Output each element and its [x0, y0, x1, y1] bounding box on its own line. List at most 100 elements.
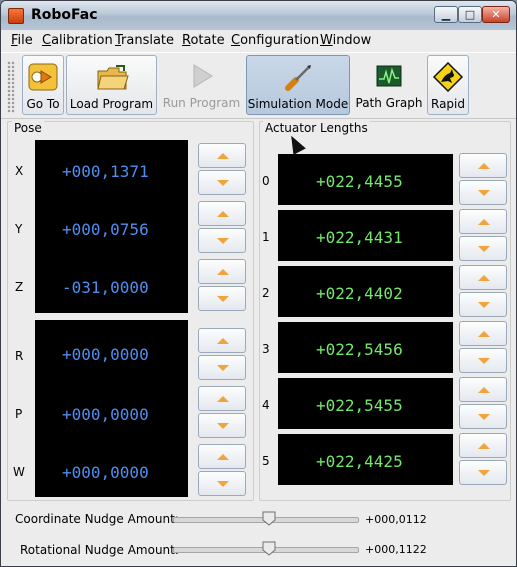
pose-p-spinner: [198, 386, 246, 438]
pose-z-decrement-button[interactable]: [198, 286, 246, 311]
arrow-up-icon: [217, 396, 229, 402]
actuator-0-value: +022,4455: [316, 172, 403, 191]
arrow-up-icon: [478, 443, 490, 449]
path-graph-label: Path Graph: [355, 96, 423, 110]
menu-calibration[interactable]: Calibration: [42, 33, 113, 48]
actuator-2-decrement-button[interactable]: [459, 292, 507, 317]
menu-rotate[interactable]: Rotate: [182, 33, 225, 48]
arrow-down-icon: [217, 238, 229, 244]
rotational-nudge-value: +000,1122: [365, 543, 427, 556]
arrow-down-icon: [217, 423, 229, 429]
load-program-button[interactable]: Load Program: [66, 55, 157, 115]
axis-label-p: P: [15, 407, 23, 421]
pose-z-increment-button[interactable]: [198, 259, 246, 284]
actuator-5-value: +022,4425: [316, 452, 403, 471]
coordinate-nudge-label: Coordinate Nudge Amount:: [15, 512, 179, 526]
pose-p-decrement-button[interactable]: [198, 413, 246, 438]
actuator-index-3: 3: [262, 342, 270, 356]
menu-translate[interactable]: Translate: [115, 33, 174, 48]
actuator-1-increment-button[interactable]: [459, 209, 507, 234]
toolbar: Go To Load Program Run Program Simulatio…: [1, 52, 516, 119]
pose-y-increment-button[interactable]: [198, 201, 246, 226]
pose-y-spinner: [198, 201, 246, 253]
arrow-up-icon: [478, 275, 490, 281]
menu-label: alibration: [51, 33, 113, 48]
menu-label: ranslate: [121, 33, 175, 48]
menu-mnemonic: C: [42, 33, 52, 48]
graph-icon: [376, 65, 402, 87]
menu-file[interactable]: File: [11, 33, 33, 48]
actuator-5-spinner: [459, 433, 507, 485]
rapid-button[interactable]: Rapid: [427, 55, 469, 115]
path-graph-button[interactable]: Path Graph: [353, 55, 425, 115]
goto-button[interactable]: Go To: [22, 55, 64, 115]
simulation-mode-label: Simulation Mode: [247, 97, 349, 111]
arrow-down-icon: [478, 190, 490, 196]
pose-panel: Pose X +000,1371 Y +000,0756 Z -031,0000…: [7, 121, 254, 501]
pose-w-decrement-button[interactable]: [198, 471, 246, 496]
close-button[interactable]: ✕: [482, 6, 510, 23]
goto-icon: [28, 63, 58, 91]
actuator-lengths-panel: Actuator Lengths 0 +022,4455 1 +022,4431…: [259, 121, 511, 501]
pose-x-decrement-button[interactable]: [198, 170, 246, 195]
pose-r-value: +000,0000: [62, 345, 149, 364]
actuator-0-decrement-button[interactable]: [459, 180, 507, 205]
axis-label-z: Z: [15, 280, 24, 294]
actuator-1-decrement-button[interactable]: [459, 236, 507, 261]
actuator-4-decrement-button[interactable]: [459, 404, 507, 429]
title-bar[interactable]: RoboFac ▁ □ ✕: [1, 1, 516, 31]
axis-label-y: Y: [15, 222, 23, 236]
arrow-down-icon: [217, 180, 229, 186]
pose-r-spinner: [198, 328, 246, 380]
minimize-button[interactable]: ▁: [434, 6, 458, 23]
actuator-1-value: +022,4431: [316, 228, 403, 247]
arrow-down-icon: [478, 246, 490, 252]
rotational-nudge-label: Rotational Nudge Amount:: [20, 543, 179, 557]
maximize-button[interactable]: □: [458, 6, 482, 23]
menu-mnemonic: W: [320, 33, 333, 48]
menu-window[interactable]: Window: [320, 33, 371, 48]
pose-z-spinner: [198, 259, 246, 311]
arrow-up-icon: [478, 331, 490, 337]
pose-w-spinner: [198, 444, 246, 496]
actuator-index-1: 1: [262, 230, 270, 244]
coordinate-nudge-slider-thumb[interactable]: [262, 511, 276, 526]
actuator-index-4: 4: [262, 398, 270, 412]
menu-label: indow: [332, 33, 372, 48]
actuator-3-spinner: [459, 321, 507, 373]
actuator-5-decrement-button[interactable]: [459, 460, 507, 485]
actuator-3-decrement-button[interactable]: [459, 348, 507, 373]
play-icon: [193, 64, 213, 88]
arrow-up-icon: [217, 153, 229, 159]
simulation-mode-toggle[interactable]: Simulation Mode: [246, 55, 350, 115]
toolbar-grip[interactable]: [7, 61, 15, 113]
actuator-3-value: +022,5456: [316, 340, 403, 359]
window-title: RoboFac: [31, 7, 98, 23]
pose-w-increment-button[interactable]: [198, 444, 246, 469]
pose-r-increment-button[interactable]: [198, 328, 246, 353]
arrow-up-icon: [478, 387, 490, 393]
rapid-label: Rapid: [431, 97, 465, 111]
arrow-down-icon: [478, 414, 490, 420]
actuator-4-increment-button[interactable]: [459, 377, 507, 402]
axis-label-r: R: [15, 349, 24, 363]
menu-configuration[interactable]: Configuration: [231, 33, 319, 48]
menu-mnemonic: C: [231, 33, 241, 48]
pose-p-increment-button[interactable]: [198, 386, 246, 411]
arrow-down-icon: [478, 302, 490, 308]
arrow-down-icon: [217, 481, 229, 487]
actuator-2-increment-button[interactable]: [459, 265, 507, 290]
run-program-button[interactable]: Run Program: [160, 55, 243, 115]
pose-x-increment-button[interactable]: [198, 143, 246, 168]
actuator-0-increment-button[interactable]: [459, 153, 507, 178]
actuator-5-increment-button[interactable]: [459, 433, 507, 458]
menu-label: ile: [17, 33, 33, 48]
actuator-panel-title: Actuator Lengths: [263, 121, 370, 135]
pose-y-decrement-button[interactable]: [198, 228, 246, 253]
arrow-up-icon: [217, 269, 229, 275]
actuator-2-value: +022,4402: [316, 284, 403, 303]
screwdriver-icon: [285, 65, 311, 91]
rotational-nudge-slider-thumb[interactable]: [262, 541, 276, 556]
actuator-3-increment-button[interactable]: [459, 321, 507, 346]
pose-r-decrement-button[interactable]: [198, 355, 246, 380]
